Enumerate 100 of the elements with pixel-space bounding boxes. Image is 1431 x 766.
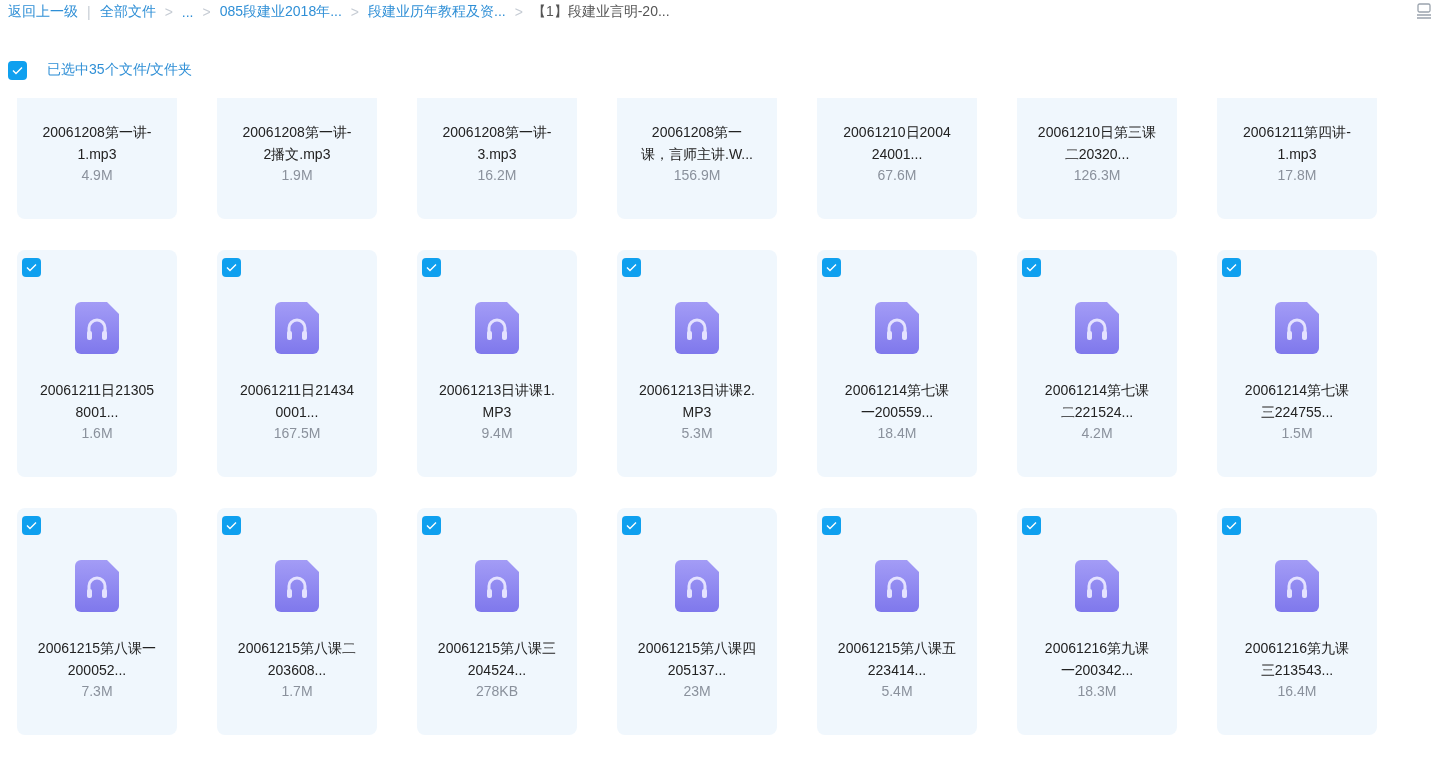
file-card[interactable]: 20061211第四讲- 1.mp3 17.8M (1217, 98, 1377, 219)
file-name: 20061208第一 课，言师主讲.W... (641, 123, 753, 164)
file-name: 20061213日讲课1. MP3 (439, 381, 555, 422)
breadcrumb-link[interactable]: 085段建业2018年... (219, 3, 342, 21)
checkmark-icon (1226, 521, 1237, 530)
file-name: 20061215第八课三 204524... (437, 639, 557, 680)
file-name: 20061208第一讲- 3.mp3 (442, 123, 552, 164)
file-size: 7.3M (81, 683, 113, 699)
file-checkbox[interactable] (22, 516, 41, 535)
file-size: 9.4M (481, 425, 513, 441)
breadcrumb-link[interactable]: 【1】段建业言明-20... (531, 3, 670, 21)
file-name: 20061214第七课 一200559... (844, 381, 950, 422)
select-all-checkbox[interactable] (8, 60, 27, 80)
file-checkbox[interactable] (22, 258, 41, 277)
file-card[interactable]: 20061210日第三课 二20320... 126.3M (1017, 98, 1177, 219)
checkmark-icon (12, 65, 23, 75)
back-link[interactable]: 返回上一级 (8, 3, 78, 21)
file-card[interactable]: 20061211日21434 0001... 167.5M (217, 250, 377, 477)
file-name: 20061215第八课四 205137... (637, 639, 757, 680)
file-name: 20061211第四讲- 1.mp3 (1243, 123, 1351, 164)
breadcrumb-link[interactable]: 全部文件 (99, 3, 156, 21)
file-checkbox[interactable] (222, 516, 241, 535)
file-name: 20061208第一讲- 1.mp3 (42, 123, 152, 164)
file-size: 126.3M (1073, 167, 1121, 183)
file-card[interactable]: 20061216第九课 一200342... 18.3M (1017, 508, 1177, 735)
audio-file-icon (75, 560, 119, 612)
file-name: 20061215第八课五 223414... (837, 639, 957, 680)
file-checkbox[interactable] (222, 258, 241, 277)
file-card[interactable]: 20061214第七课 三224755... 1.5M (1217, 250, 1377, 477)
separator-text: > (350, 4, 360, 20)
file-size: 18.4M (877, 425, 917, 441)
file-card[interactable]: 20061216第九课 三213543... 16.4M (1217, 508, 1377, 735)
file-size: 18.3M (1077, 683, 1117, 699)
file-size: 1.9M (281, 167, 313, 183)
file-card[interactable]: 20061211日21305 8001... 1.6M (17, 250, 177, 477)
audio-file-icon (475, 560, 519, 612)
file-name: 20061216第九课 三213543... (1244, 639, 1350, 680)
separator-text: > (164, 4, 173, 20)
file-size: 4.2M (1081, 425, 1113, 441)
file-card[interactable]: 20061208第一讲- 2播文.mp3 1.9M (217, 98, 377, 219)
checkmark-icon (626, 521, 637, 530)
audio-file-icon (675, 302, 719, 354)
file-card[interactable]: 20061210日2004 24001... 67.6M (817, 98, 977, 219)
file-checkbox[interactable] (1022, 516, 1041, 535)
file-size: 167.5M (273, 425, 321, 441)
breadcrumb-link[interactable]: 段建业历年教程及资... (368, 3, 506, 21)
file-card[interactable]: 20061214第七课 二221524... 4.2M (1017, 250, 1177, 477)
list-view-icon[interactable] (1417, 3, 1431, 19)
file-card[interactable]: 20061215第八课三 204524... 278KB (417, 508, 577, 735)
file-name: 20061208第一讲- 2播文.mp3 (242, 123, 352, 164)
file-checkbox[interactable] (822, 258, 841, 277)
file-size: 5.4M (881, 683, 913, 699)
divider-text: | (87, 4, 91, 20)
checkmark-icon (626, 263, 637, 272)
file-name: 20061213日讲课2. MP3 (639, 381, 755, 422)
file-checkbox[interactable] (1022, 258, 1041, 277)
file-card[interactable]: 20061213日讲课2. MP3 5.3M (617, 250, 777, 477)
file-size: 16.2M (477, 167, 517, 183)
audio-file-icon (875, 302, 919, 354)
file-card[interactable]: 20061215第八课五 223414... 5.4M (817, 508, 977, 735)
checkmark-icon (1026, 521, 1037, 530)
file-name: 20061211日21434 0001... (239, 381, 355, 422)
checkmark-icon (826, 263, 837, 272)
checkmark-icon (426, 263, 437, 272)
separator-text: > (202, 4, 211, 20)
file-size: 5.3M (681, 425, 713, 441)
audio-file-icon (1075, 560, 1119, 612)
file-checkbox[interactable] (822, 516, 841, 535)
file-name: 20061214第七课 二221524... (1044, 381, 1150, 422)
file-name: 20061210日2004 24001... (843, 123, 951, 164)
file-card[interactable]: 20061215第八课二 203608... 1.7M (217, 508, 377, 735)
file-card[interactable]: 20061215第八课一 200052... 7.3M (17, 508, 177, 735)
file-card[interactable]: 20061208第一 课，言师主讲.W... 156.9M (617, 98, 777, 219)
breadcrumb-link[interactable]: ... (181, 4, 194, 20)
file-checkbox[interactable] (1222, 516, 1241, 535)
audio-file-icon (275, 302, 319, 354)
file-card[interactable]: 20061214第七课 一200559... 18.4M (817, 250, 977, 477)
file-card[interactable]: 20061208第一讲- 1.mp3 4.9M (17, 98, 177, 219)
checkmark-icon (226, 521, 237, 530)
file-name: 20061215第八课一 200052... (37, 639, 157, 680)
file-name: 20061210日第三课 二20320... (1037, 123, 1157, 164)
separator-text: > (514, 4, 523, 20)
file-checkbox[interactable] (422, 258, 441, 277)
file-size: 1.7M (281, 683, 313, 699)
checkmark-icon (1026, 263, 1037, 272)
file-checkbox[interactable] (1222, 258, 1241, 277)
selection-count: 已选中35个文件/文件夹 (47, 61, 193, 79)
file-name: 20061216第九课 一200342... (1044, 639, 1150, 680)
checkmark-icon (1226, 263, 1237, 272)
file-card[interactable]: 20061208第一讲- 3.mp3 16.2M (417, 98, 577, 219)
file-card[interactable]: 20061215第八课四 205137... 23M (617, 508, 777, 735)
file-size: 17.8M (1277, 167, 1317, 183)
audio-file-icon (275, 560, 319, 612)
file-checkbox[interactable] (622, 516, 641, 535)
file-checkbox[interactable] (622, 258, 641, 277)
file-checkbox[interactable] (422, 516, 441, 535)
checkmark-icon (26, 521, 37, 530)
audio-file-icon (1275, 302, 1319, 354)
checkmark-icon (26, 263, 37, 272)
file-card[interactable]: 20061213日讲课1. MP3 9.4M (417, 250, 577, 477)
